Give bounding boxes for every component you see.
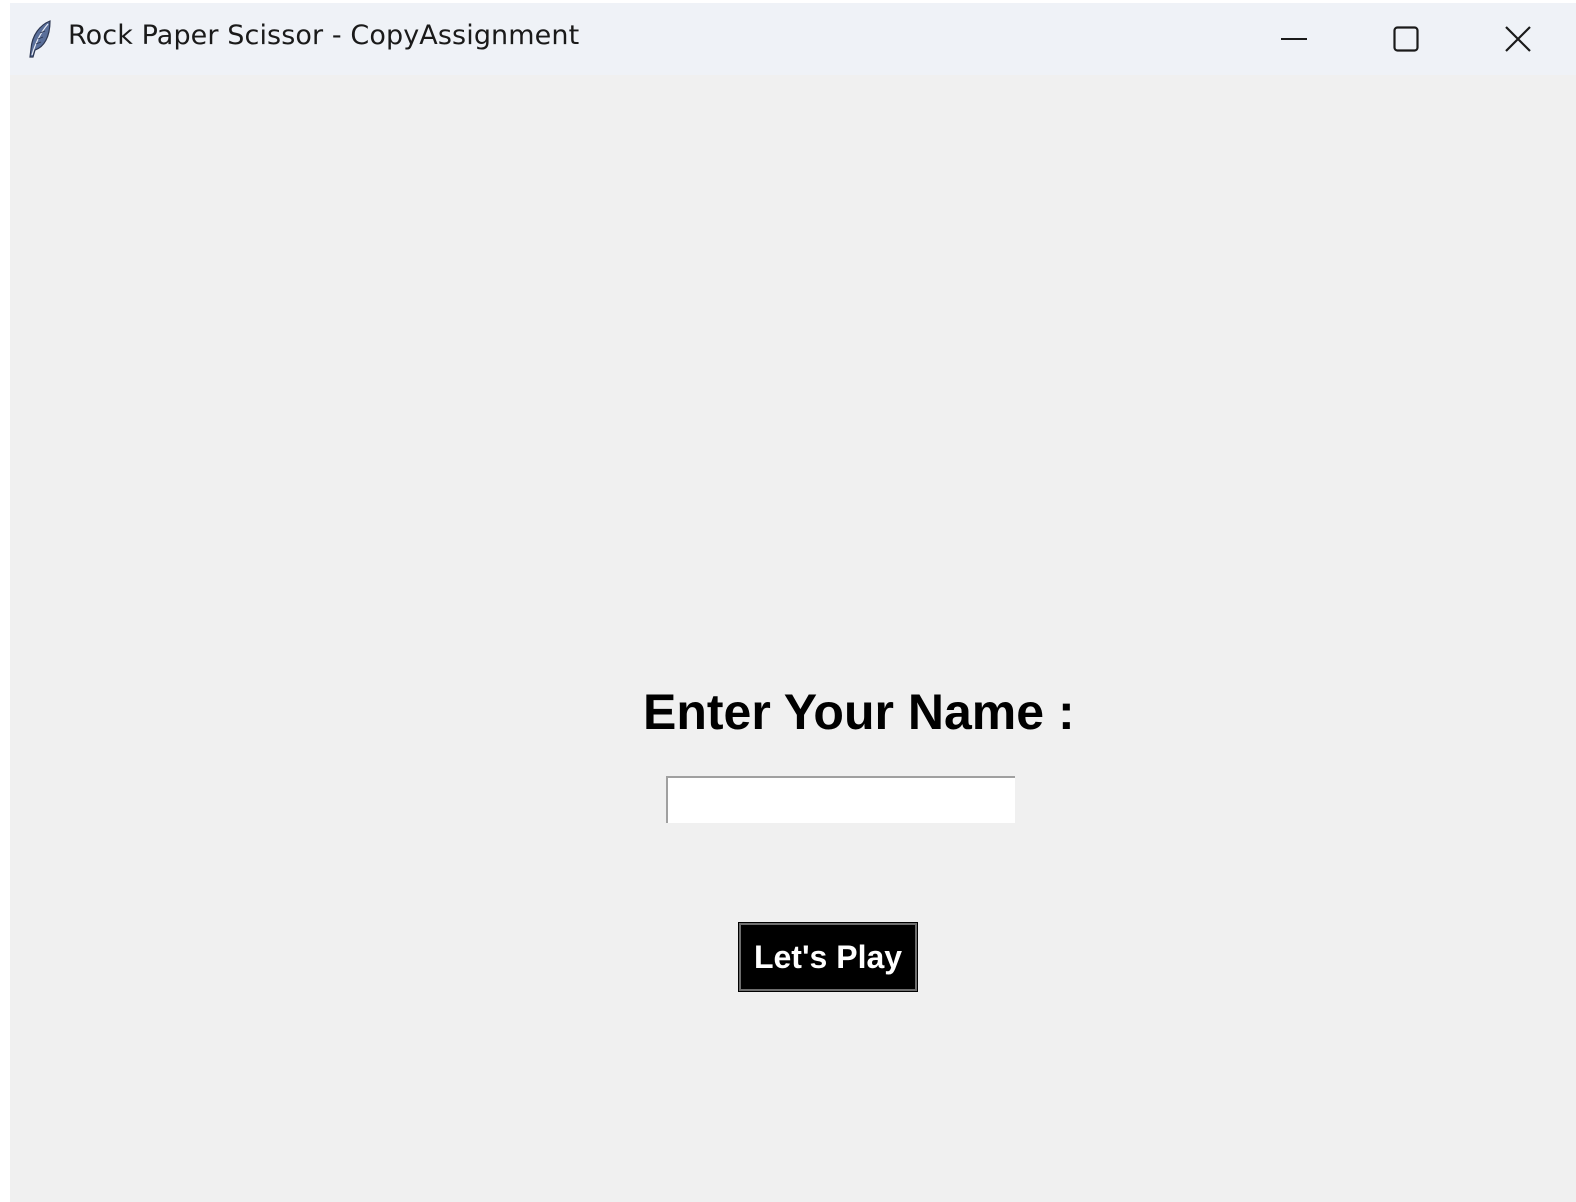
close-button[interactable]: [1462, 3, 1574, 75]
minimize-icon: [1281, 37, 1307, 41]
app-window: Rock Paper Scissor - CopyAssignment Ente…: [10, 3, 1576, 1202]
title-bar[interactable]: Rock Paper Scissor - CopyAssignment: [10, 3, 1576, 75]
name-input[interactable]: [666, 776, 1015, 823]
lets-play-button[interactable]: Let's Play: [738, 922, 918, 992]
enter-name-label: Enter Your Name :: [643, 684, 1075, 740]
main-content: Enter Your Name : Let's Play: [10, 75, 1576, 1202]
window-title: Rock Paper Scissor - CopyAssignment: [68, 20, 580, 51]
feather-icon: [26, 19, 54, 59]
minimize-button[interactable]: [1238, 3, 1350, 75]
close-icon: [1505, 26, 1531, 52]
maximize-button[interactable]: [1350, 3, 1462, 75]
maximize-icon: [1393, 26, 1419, 52]
